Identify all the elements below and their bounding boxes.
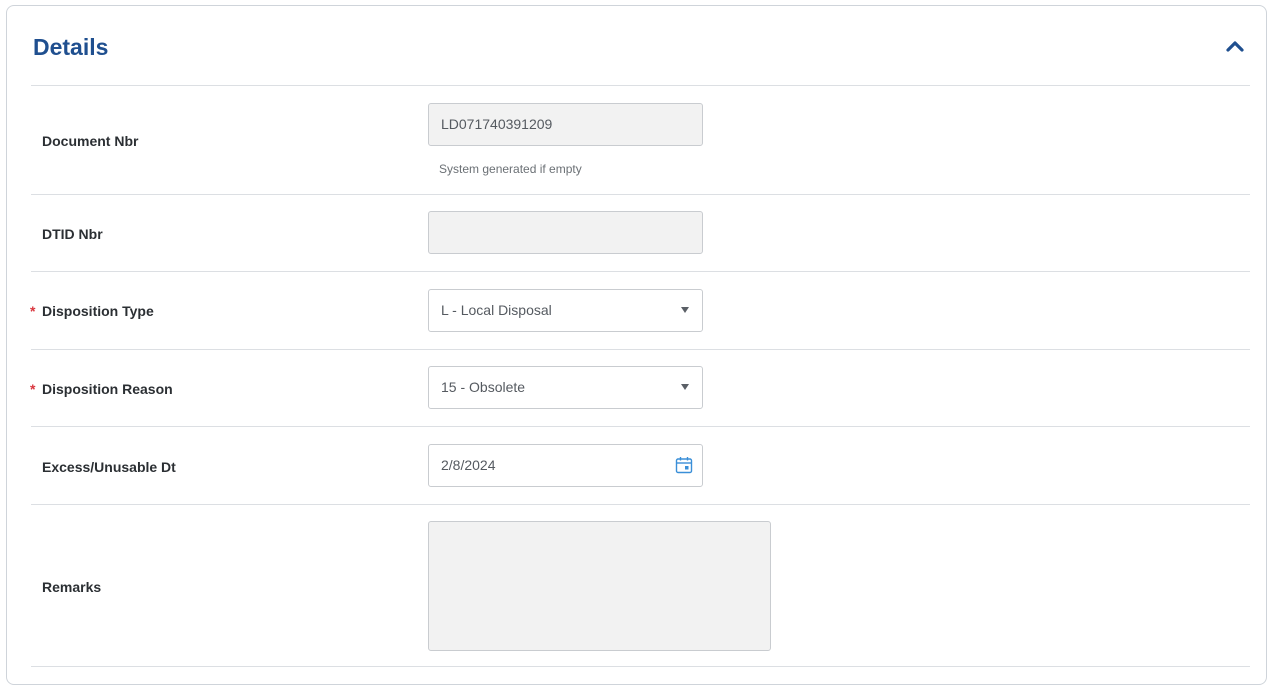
chevron-down-icon xyxy=(681,384,689,390)
chevron-down-icon xyxy=(681,307,689,313)
disposition-type-value: L - Local Disposal xyxy=(441,302,552,318)
excess-dt-value: 2/8/2024 xyxy=(441,457,496,473)
divider xyxy=(31,504,1250,505)
disposition-reason-value: 15 - Obsolete xyxy=(441,379,526,395)
disposition-type-label: Disposition Type xyxy=(42,303,154,319)
divider xyxy=(31,194,1250,195)
document-nbr-label: Document Nbr xyxy=(42,133,139,149)
divider xyxy=(31,85,1250,86)
divider xyxy=(31,349,1250,350)
divider xyxy=(31,271,1250,272)
dtid-nbr-input[interactable] xyxy=(428,211,703,254)
remarks-textarea[interactable] xyxy=(428,521,771,651)
chevron-up-icon xyxy=(1226,41,1244,52)
excess-dt-label: Excess/Unusable Dt xyxy=(42,459,176,475)
required-marker: * xyxy=(30,381,36,397)
disposition-type-select[interactable]: L - Local Disposal xyxy=(428,289,703,332)
excess-dt-input[interactable]: 2/8/2024 xyxy=(428,444,703,487)
disposition-reason-select[interactable]: 15 - Obsolete xyxy=(428,366,703,409)
details-panel: Details Document Nbr LD071740391209 Syst… xyxy=(6,5,1267,685)
document-nbr-help: System generated if empty xyxy=(439,162,582,176)
calendar-icon[interactable] xyxy=(675,456,693,474)
remarks-label: Remarks xyxy=(42,579,102,595)
panel-title: Details xyxy=(33,34,109,60)
divider xyxy=(31,426,1250,427)
document-nbr-input[interactable]: LD071740391209 xyxy=(428,103,703,146)
dtid-nbr-label: DTID Nbr xyxy=(42,226,103,242)
divider xyxy=(31,666,1250,667)
collapse-button[interactable] xyxy=(1222,34,1248,58)
disposition-reason-label: Disposition Reason xyxy=(42,381,173,397)
required-marker: * xyxy=(30,303,36,319)
document-nbr-value: LD071740391209 xyxy=(441,116,553,132)
